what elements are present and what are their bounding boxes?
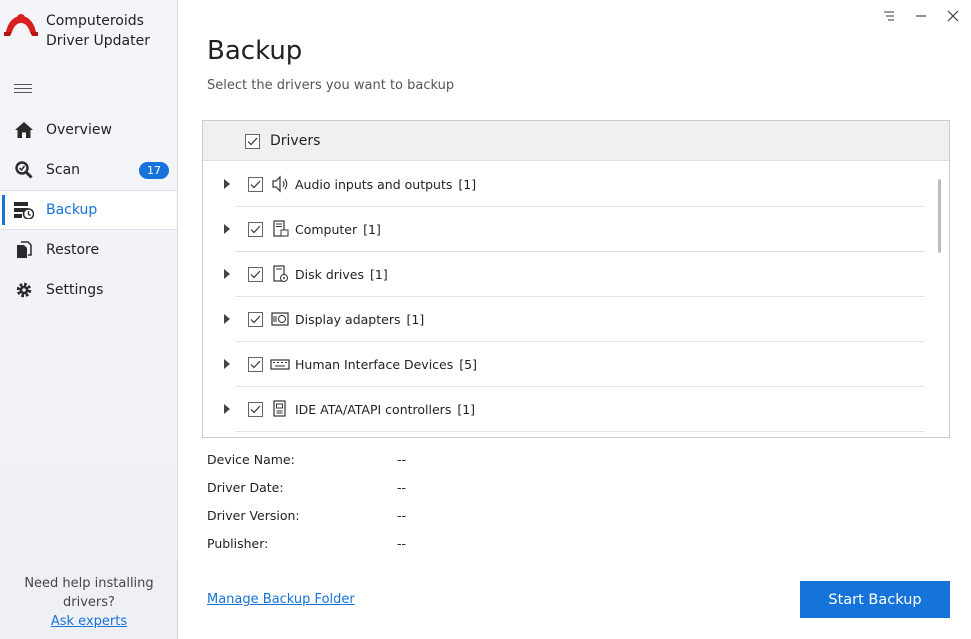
help-text-line1: Need help installing	[24, 576, 154, 591]
publisher-label: Publisher:	[207, 536, 269, 551]
row-count: [5]	[459, 357, 477, 372]
row-count: [1]	[406, 312, 425, 327]
sidebar-item-label: Restore	[46, 242, 100, 258]
row-label: Display adapters [1]	[295, 312, 424, 327]
select-all-checkbox[interactable]	[245, 134, 260, 149]
sidebar-item-scan[interactable]: Scan 17	[0, 150, 177, 190]
row-name: IDE ATA/ATAPI controllers	[295, 402, 452, 417]
ide-controller-icon	[273, 400, 286, 417]
driver-category-row[interactable]: Computer [1]	[203, 207, 949, 252]
display-adapter-icon	[271, 312, 289, 326]
home-icon	[14, 120, 34, 140]
driver-list-panel: Drivers Audio inputs and outputs [1] Comp…	[202, 120, 950, 438]
speaker-icon	[272, 175, 288, 193]
app-logo: Computeroids Driver Updater	[4, 8, 174, 58]
row-label: Computer [1]	[295, 222, 381, 237]
row-count: [1]	[458, 177, 477, 192]
sidebar: Computeroids Driver Updater Overview Sca…	[0, 0, 178, 639]
sidebar-item-label: Scan	[46, 162, 81, 178]
hamburger-menu-icon[interactable]	[14, 84, 32, 98]
row-count: [1]	[363, 222, 381, 237]
backup-icon	[14, 200, 34, 220]
device-name-value: --	[397, 452, 407, 467]
row-label: IDE ATA/ATAPI controllers [1]	[295, 402, 475, 417]
driver-date-value: --	[397, 480, 407, 495]
row-checkbox[interactable]	[248, 222, 263, 237]
row-checkbox[interactable]	[248, 402, 263, 417]
sidebar-item-settings[interactable]: Settings	[0, 270, 177, 310]
row-label: Disk drives [1]	[295, 267, 388, 282]
sidebar-item-label: Settings	[46, 282, 104, 298]
row-name: Audio inputs and outputs	[295, 177, 453, 192]
row-checkbox[interactable]	[248, 177, 263, 192]
row-count: [1]	[369, 267, 388, 282]
expand-arrow-icon[interactable]	[222, 358, 232, 370]
row-count: [1]	[457, 402, 476, 417]
help-text-line2: drivers?	[63, 595, 115, 610]
page-title: Backup	[207, 36, 303, 66]
disk-drive-icon	[273, 265, 288, 282]
device-name-label: Device Name:	[207, 452, 295, 467]
row-name: Human Interface Devices	[295, 357, 454, 372]
ask-experts-link[interactable]: Ask experts	[51, 614, 127, 629]
close-icon[interactable]	[943, 6, 963, 26]
sidebar-nav: Overview Scan 17 Backup Restore Settings	[0, 110, 177, 310]
row-checkbox[interactable]	[248, 267, 263, 282]
driver-date-label: Driver Date:	[207, 480, 284, 495]
scan-icon	[14, 160, 34, 180]
manage-backup-folder-link[interactable]: Manage Backup Folder	[207, 592, 355, 607]
help-box: Need help installing drivers? Ask expert…	[0, 574, 178, 631]
options-menu-icon[interactable]	[879, 6, 899, 26]
app-name: Computeroids Driver Updater	[46, 11, 150, 51]
page-subtitle: Select the drivers you want to backup	[207, 78, 455, 93]
driver-category-row[interactable]: IDE ATA/ATAPI controllers [1]	[203, 387, 949, 432]
drivers-header-label: Drivers	[270, 133, 321, 149]
keyboard-icon	[270, 359, 290, 370]
sidebar-item-label: Backup	[46, 202, 98, 218]
publisher-value: --	[397, 536, 407, 551]
expand-arrow-icon[interactable]	[222, 313, 232, 325]
driver-category-row[interactable]: Disk drives [1]	[203, 252, 949, 297]
list-scrollbar[interactable]	[938, 179, 941, 253]
row-checkbox[interactable]	[248, 312, 263, 327]
driver-version-value: --	[397, 508, 407, 523]
expand-arrow-icon[interactable]	[222, 223, 232, 235]
sidebar-item-overview[interactable]: Overview	[0, 110, 177, 150]
sidebar-item-backup[interactable]: Backup	[0, 190, 177, 230]
sidebar-item-label: Overview	[46, 122, 112, 138]
driver-category-row[interactable]: Human Interface Devices [5]	[203, 342, 949, 387]
row-checkbox[interactable]	[248, 357, 263, 372]
expand-arrow-icon[interactable]	[222, 403, 232, 415]
minimize-icon[interactable]	[911, 6, 931, 26]
driver-category-row[interactable]: Audio inputs and outputs [1]	[203, 162, 949, 207]
gear-icon	[14, 280, 34, 300]
sidebar-item-restore[interactable]: Restore	[0, 230, 177, 270]
row-label: Audio inputs and outputs [1]	[295, 177, 476, 192]
computer-icon	[273, 220, 289, 237]
expand-arrow-icon[interactable]	[222, 268, 232, 280]
row-name: Disk drives	[295, 267, 364, 282]
row-label: Human Interface Devices [5]	[295, 357, 477, 372]
expand-arrow-icon[interactable]	[222, 178, 232, 190]
logo-icon	[4, 14, 38, 36]
restore-icon	[14, 240, 34, 260]
driver-category-row[interactable]: Display adapters [1]	[203, 297, 949, 342]
driver-version-label: Driver Version:	[207, 508, 300, 523]
driver-list-header: Drivers	[203, 121, 949, 161]
app-name-line1: Computeroids	[46, 13, 144, 29]
app-name-line2: Driver Updater	[46, 33, 150, 49]
row-name: Display adapters	[295, 312, 401, 327]
scan-count-badge: 17	[139, 162, 169, 179]
row-name: Computer	[295, 222, 358, 237]
start-backup-button[interactable]: Start Backup	[800, 581, 950, 618]
